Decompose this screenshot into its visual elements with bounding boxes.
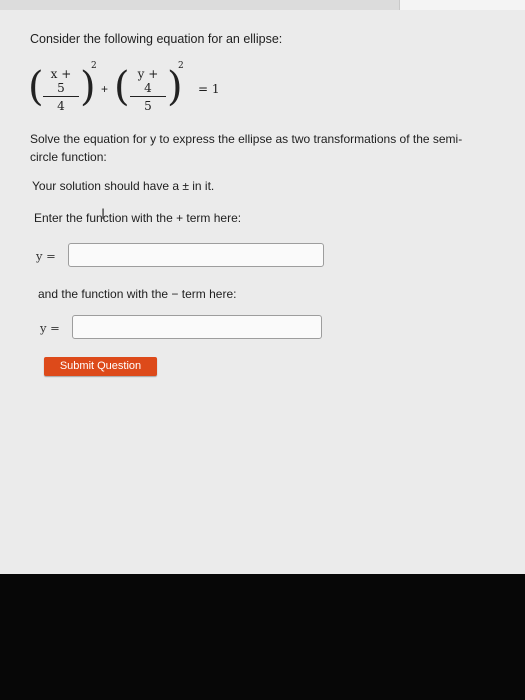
- fraction-2-numerator: y + 4: [130, 67, 166, 97]
- fraction-2: y + 4 5: [130, 67, 166, 113]
- plus-operator: +: [101, 82, 109, 96]
- left-paren-2: (: [114, 64, 130, 110]
- question-intro: Consider the following equation for an e…: [30, 32, 283, 46]
- equals-one: = 1: [198, 82, 220, 96]
- exponent-1: 2: [91, 61, 97, 71]
- text-cursor-icon: I: [101, 207, 106, 223]
- fraction-1-numerator: x + 5: [43, 67, 79, 97]
- fraction-1-denominator: 4: [57, 99, 65, 113]
- minus-term-input[interactable]: [72, 315, 322, 339]
- ellipse-equation: ( x + 5 4 ) 2 + ( y + 4 5 ) 2 = 1: [28, 58, 270, 116]
- y-label-plus: y =: [36, 249, 56, 263]
- right-paren-1: ): [80, 64, 96, 110]
- instructions-line-1: Solve the equation for y to express the …: [30, 132, 463, 146]
- top-bar: [0, 0, 525, 10]
- fraction-2-denominator: 5: [144, 99, 152, 113]
- browser-viewport: Consider the following equation for an e…: [0, 0, 525, 574]
- exponent-2: 2: [178, 61, 184, 71]
- monitor-bezel: [0, 574, 525, 700]
- right-paren-2: ): [167, 64, 183, 110]
- plus-minus-note: Your solution should have a ± in it.: [32, 179, 215, 193]
- instructions-line-2: circle function:: [30, 150, 107, 164]
- submit-question-button[interactable]: Submit Question: [44, 357, 157, 376]
- left-paren-1: (: [28, 64, 44, 110]
- plus-term-input[interactable]: [68, 243, 324, 267]
- fraction-1: x + 5 4: [43, 67, 79, 113]
- browser-tab[interactable]: [399, 0, 525, 10]
- y-label-minus: y =: [40, 321, 60, 335]
- plus-term-prompt: Enter the function with the + term here:: [34, 211, 242, 225]
- minus-term-prompt: and the function with the − term here:: [38, 287, 237, 301]
